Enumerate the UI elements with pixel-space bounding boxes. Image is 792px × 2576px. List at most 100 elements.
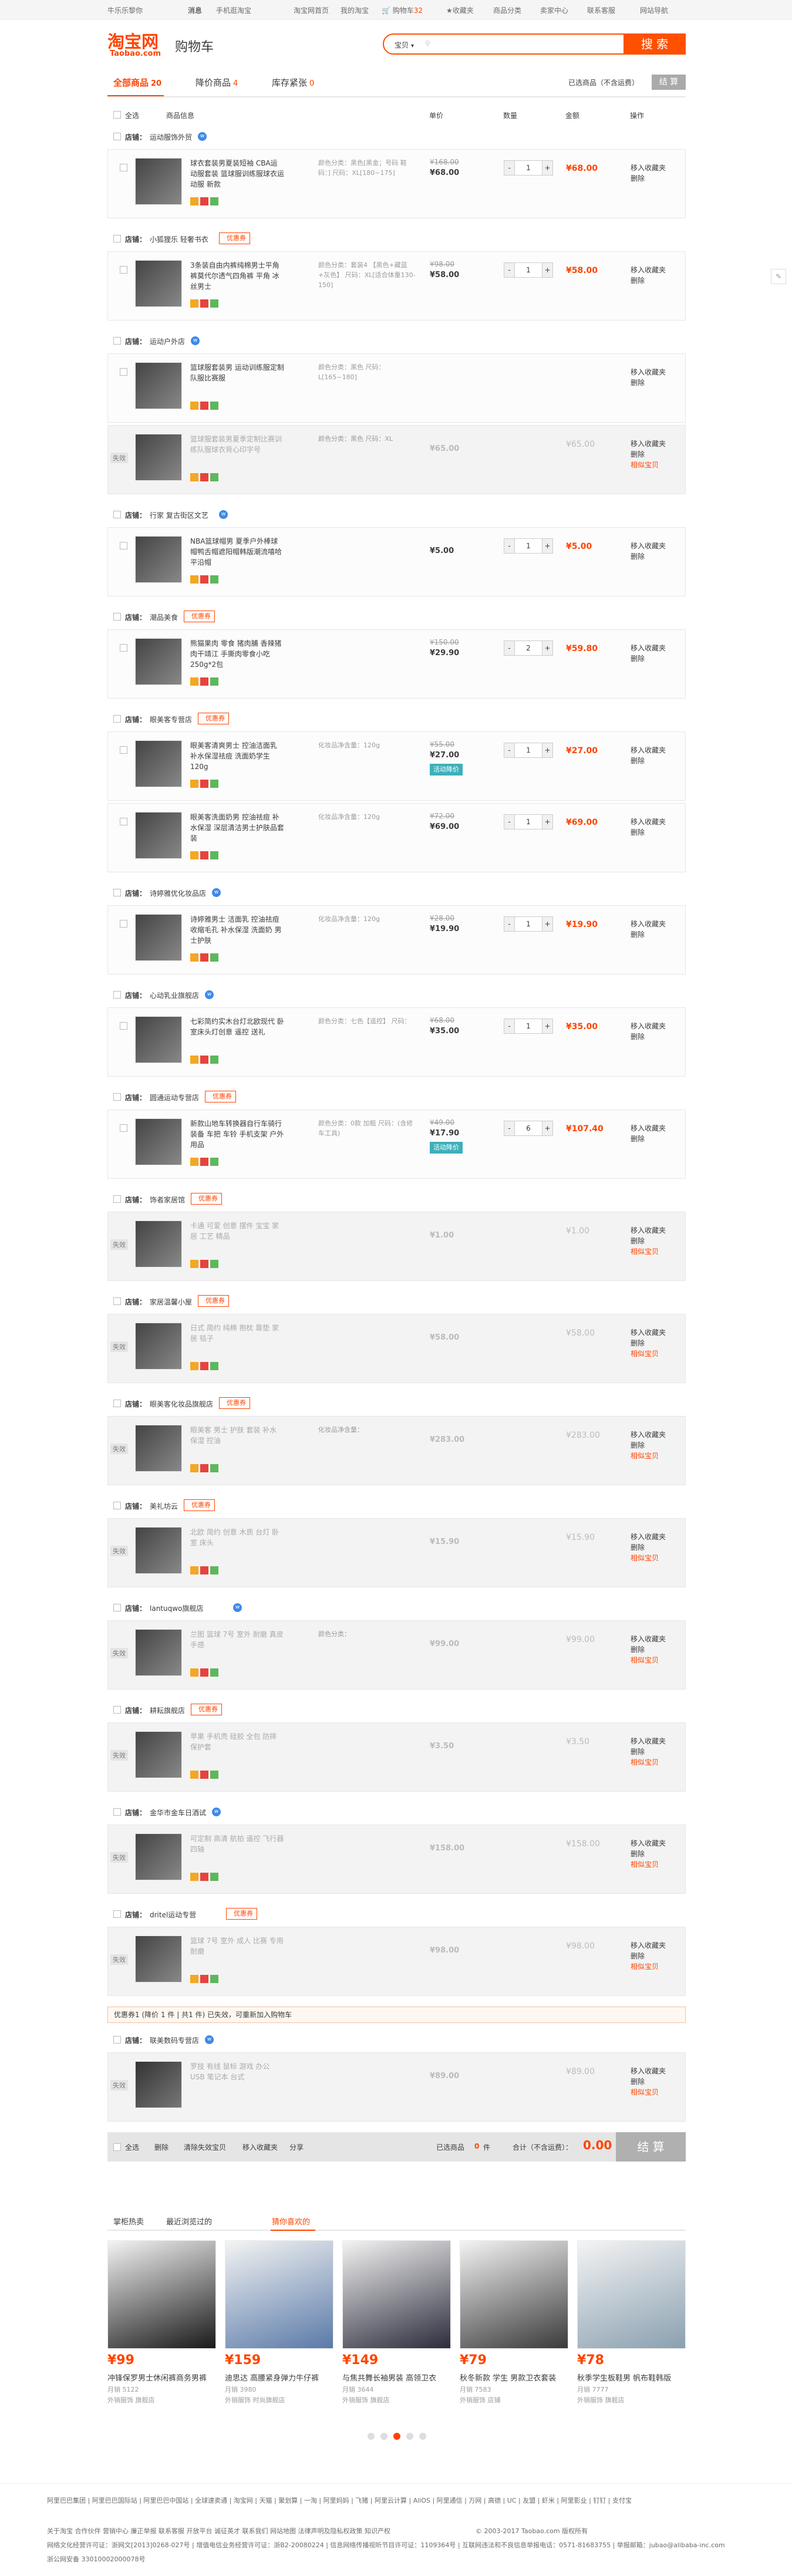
shop-checkbox[interactable] [113, 1195, 121, 1203]
tab-reduced[interactable]: 降价商品 4 [196, 76, 238, 89]
coupon-button[interactable]: 优惠券 [191, 1193, 222, 1205]
item-title[interactable]: 兰图 篮球 7号 室外 耐磨 真皮 手感 [190, 1629, 284, 1661]
settle-button-top[interactable]: 结 算 [652, 75, 686, 90]
item-sku[interactable]: 化妆品净含量：120g [318, 740, 418, 750]
shop-checkbox[interactable] [113, 1910, 121, 1918]
delete-link[interactable]: 删除 [631, 1644, 666, 1655]
item-sku[interactable]: 化妆品净含量： [318, 1425, 418, 1435]
similar-link[interactable]: 相似宝贝 [631, 1246, 666, 1257]
item-title[interactable]: 罗技 有线 鼠标 游戏 办公 USB 笔记本 台式 [190, 2061, 284, 2093]
coupon-button[interactable]: 优惠券 [191, 1704, 222, 1715]
rec-name[interactable]: 与焦共舞长袖男装 高领卫衣 [342, 2372, 451, 2383]
item-image[interactable] [135, 1527, 182, 1574]
messages-link[interactable]: 消息 [188, 5, 202, 15]
carousel-dot[interactable] [380, 2433, 387, 2440]
rec-name[interactable]: 秋冬新款 学生 男款卫衣套装 [460, 2372, 568, 2383]
shop-checkbox[interactable] [113, 715, 121, 723]
item-image[interactable] [135, 812, 182, 859]
plus-button[interactable]: + [542, 815, 552, 829]
shop-checkbox[interactable] [113, 511, 121, 518]
move-to-fav-link[interactable]: 移入收藏夹 [631, 367, 666, 377]
shop-checkbox[interactable] [113, 1502, 121, 1509]
item-image[interactable] [135, 638, 182, 685]
shop-name[interactable]: 圆通运动专营店 [150, 1093, 199, 1102]
rec-card[interactable]: ¥78 秋季学生板鞋男 帆布鞋韩版 月销 7777 外销服饰 旗舰店 [577, 2240, 686, 2416]
coupon-button[interactable]: 优惠券 [184, 611, 215, 622]
shop-checkbox[interactable] [113, 1706, 121, 1714]
shop-checkbox[interactable] [113, 2036, 121, 2044]
rec-image[interactable] [107, 2240, 216, 2349]
delete-link[interactable]: 删除 [631, 1849, 666, 1859]
wangwang-icon[interactable]: w [233, 1603, 242, 1612]
share-link[interactable]: 分享 [289, 2142, 304, 2152]
shop-name[interactable]: 联美数码专营店 [150, 2035, 199, 2045]
item-checkbox[interactable] [120, 1124, 127, 1132]
similar-link[interactable]: 相似宝贝 [631, 1961, 666, 1972]
move-to-fav-link[interactable]: 移入收藏夹 [631, 643, 666, 653]
select-all-label[interactable]: 全选 [125, 2142, 139, 2152]
item-title[interactable]: 篮球服套装男 运动训练服定制 队服比赛服 [190, 362, 284, 394]
search-box[interactable]: 宝贝 ⚲ 搜 索 [383, 33, 686, 55]
cart-link[interactable]: 🛒 购物车32 [382, 5, 423, 15]
minus-button[interactable]: - [504, 161, 515, 175]
footer-beian[interactable]: 浙公网安备 33010002000078号 [47, 2554, 746, 2564]
carousel-dot[interactable] [406, 2433, 413, 2440]
seller-center-link[interactable]: 卖家中心 [540, 5, 568, 15]
quantity-value[interactable]: 2 [515, 641, 542, 655]
delete-link[interactable]: 删除 [631, 2076, 666, 2087]
move-to-fav-link[interactable]: 移入收藏夹 [631, 541, 666, 551]
move-to-fav-link[interactable]: 移入收藏夹 [631, 1429, 666, 1440]
delete-link[interactable]: 删除 [631, 1338, 666, 1348]
coupon-button[interactable]: 优惠券 [184, 1499, 215, 1511]
rec-tab-hot[interactable]: 掌柜热卖 [113, 2216, 144, 2227]
delete-link[interactable]: 删除 [631, 1031, 666, 1042]
move-to-fav-link[interactable]: 移入收藏夹 [631, 1532, 666, 1542]
delete-link[interactable]: 删除 [631, 1134, 666, 1144]
quantity-stepper[interactable]: -1 + [504, 814, 553, 830]
plus-button[interactable]: + [542, 1019, 552, 1033]
plus-button[interactable]: + [542, 743, 552, 757]
item-image[interactable] [135, 1220, 182, 1267]
move-to-fav-link[interactable]: 移入收藏夹 [631, 163, 666, 173]
rec-card[interactable]: ¥99 冲锋保罗男士休闲裤商务男裤 月销 5122 外销服饰 旗舰店 [107, 2240, 216, 2416]
quantity-value[interactable]: 6 [515, 1121, 542, 1135]
home-link[interactable]: 淘宝网首页 [294, 5, 329, 15]
wangwang-icon[interactable]: w [198, 132, 207, 141]
shop-checkbox[interactable] [113, 613, 121, 621]
rec-card[interactable]: ¥79 秋冬新款 学生 男款卫衣套装 月销 7583 外销服饰 店铺 [460, 2240, 568, 2416]
delete-link[interactable]: 删除 [631, 929, 666, 940]
categories-link[interactable]: 商品分类 [493, 5, 521, 15]
rec-card[interactable]: ¥159 迪思达 高腰紧身弹力牛仔裤 月销 3980 外销服饰 时尚旗舰店 [225, 2240, 333, 2416]
move-to-fav-link[interactable]: 移入收藏夹 [631, 2066, 666, 2076]
item-sku[interactable]: 颜色分类：黑色[黑金；号码 鞋码：] 尺码：XL[180~175] [318, 158, 418, 178]
rec-shop[interactable]: 外销服饰 时尚旗舰店 [225, 2395, 285, 2405]
delete-link[interactable]: 删除 [631, 173, 666, 184]
similar-link[interactable]: 相似宝贝 [631, 1655, 666, 1665]
site-nav-link[interactable]: 网站导航 [640, 5, 668, 15]
shop-name[interactable]: lantuqwo旗舰店 [150, 1603, 203, 1613]
item-checkbox[interactable] [120, 746, 127, 754]
move-to-fav-link[interactable]: 移入收藏夹 [631, 439, 666, 449]
item-image[interactable] [135, 914, 182, 961]
edit-icon[interactable]: ✎ [771, 269, 786, 284]
quantity-value[interactable]: 1 [515, 743, 542, 757]
item-image[interactable] [135, 1833, 182, 1880]
item-image[interactable] [135, 362, 182, 409]
delete-link[interactable]: 删除 [631, 1440, 666, 1451]
similar-link[interactable]: 相似宝贝 [631, 2087, 666, 2098]
shop-name[interactable]: 小狐狸乐 轻奢书衣 [150, 234, 208, 244]
rec-name[interactable]: 冲锋保罗男士休闲裤商务男裤 [107, 2372, 216, 2383]
move-to-fav-link[interactable]: 移入收藏夹 [631, 1634, 666, 1644]
minus-button[interactable]: - [504, 263, 515, 277]
tab-low-stock[interactable]: 库存紧张 0 [272, 76, 314, 89]
item-title[interactable]: 北欧 简约 创意 木质 台灯 卧室 床头 [190, 1527, 284, 1559]
item-sku[interactable]: 颜色分类：七色【遥控】 尺码： [318, 1016, 418, 1026]
minus-button[interactable]: - [504, 1019, 515, 1033]
item-checkbox[interactable] [120, 818, 127, 825]
item-title[interactable]: 眼美客 男士 护肤 套装 补水 保湿 控油 [190, 1425, 284, 1456]
coupon-button[interactable]: 优惠券 [219, 232, 250, 244]
mobile-link[interactable]: 手机逛淘宝 [216, 5, 251, 15]
item-image[interactable] [135, 740, 182, 787]
rec-name[interactable]: 迪思达 高腰紧身弹力牛仔裤 [225, 2372, 333, 2383]
delete-link[interactable]: 删除 [631, 449, 666, 460]
